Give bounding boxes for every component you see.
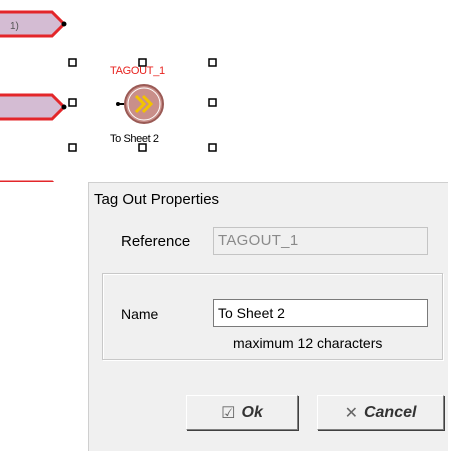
handle-bottom-mid [138,143,147,152]
name-input[interactable]: To Sheet 2 [213,299,428,327]
handle-bottom-left [68,143,77,152]
tag-reference-label: TAGOUT_1 [110,65,165,77]
sheet-connector-2[interactable] [0,93,67,121]
tag-out-symbol[interactable] [116,84,164,124]
tag-out-properties-dialog: Tag Out Properties Reference TAGOUT_1 Na… [88,182,448,451]
name-label: Name [121,306,159,322]
reference-field: TAGOUT_1 [213,227,428,255]
check-box-icon: ☑ [221,404,236,422]
tag-name-label: To Sheet 2 [110,133,159,145]
handle-top-right [208,58,217,67]
sheet-connector-1[interactable]: 1) [0,10,67,38]
x-icon: ✕ [344,404,358,422]
name-hint: maximum 12 characters [233,335,383,351]
ok-button-label: Ok [241,403,263,421]
dialog-title: Tag Out Properties [94,191,220,208]
cancel-button[interactable]: ✕ Cancel [317,395,444,430]
ok-button[interactable]: ☑ Ok [186,395,298,430]
cancel-button-label: Cancel [363,403,417,421]
diagram-canvas: 1) [0,10,217,182]
handle-top-left [68,58,77,67]
handle-mid-left [68,98,77,107]
svg-text:1): 1) [10,21,19,32]
reference-label: Reference [121,233,191,250]
handle-bottom-right [208,143,217,152]
handle-mid-right [208,98,217,107]
